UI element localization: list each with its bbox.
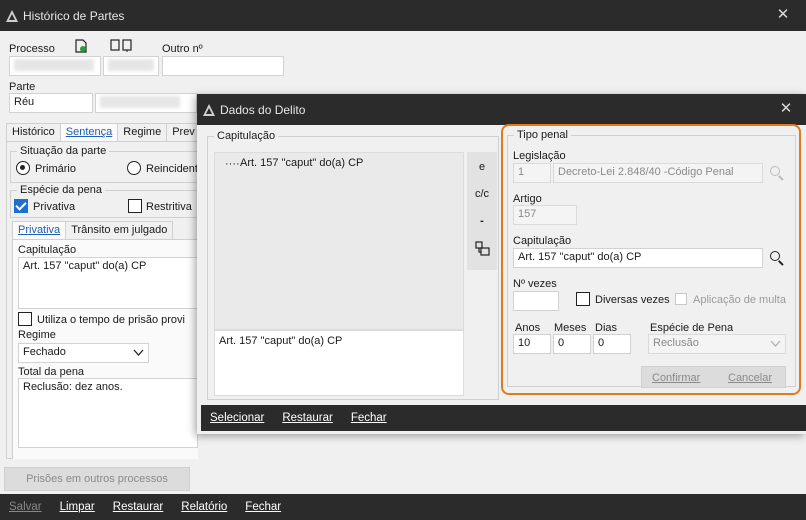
cc-button[interactable]: c/c <box>467 183 497 205</box>
tab-sentenca[interactable]: Sentença <box>59 123 119 141</box>
capitulacao-label: Capitulação <box>18 244 77 256</box>
aplicacao-multa-label: Aplicação de multa <box>693 294 786 306</box>
main-close-icon[interactable]: ✕ <box>768 5 798 25</box>
anos-label: Anos <box>515 322 541 334</box>
parte-tipo-select[interactable]: Réu <box>9 93 93 113</box>
document-add-icon[interactable] <box>75 39 87 53</box>
capitulacao-field-label: Capitulação <box>513 235 572 247</box>
especie-pena-select[interactable]: Reclusão <box>648 334 786 354</box>
tree-item[interactable]: Art. 157 "caput" do(a) CP <box>240 157 363 169</box>
utiliza-checkbox[interactable] <box>18 312 32 326</box>
capitulacao-toolbar: e c/c - <box>467 152 497 270</box>
chevron-down-icon <box>770 340 781 347</box>
pena-subtabs: Privativa Trânsito em julgado <box>12 221 174 239</box>
parte-label: Parte <box>9 81 36 93</box>
document-link-icon[interactable] <box>110 39 134 53</box>
total-pena-textarea[interactable]: Reclusão: dez anos. <box>18 378 198 448</box>
salvar-button[interactable]: Salvar <box>9 501 42 513</box>
processo-label: Processo <box>9 43 55 55</box>
modal-close-icon[interactable]: ✕ <box>771 99 801 119</box>
privativa-checkbox[interactable] <box>14 199 28 213</box>
capitulacao-tree[interactable]: ···· Art. 157 "caput" do(a) CP <box>214 152 464 330</box>
meses-input[interactable]: 0 <box>553 334 591 354</box>
regime-select[interactable]: Fechado <box>18 343 149 363</box>
restritiva-checkbox[interactable] <box>128 199 142 213</box>
restaurar-button[interactable]: Restaurar <box>113 501 164 513</box>
capitulacao-preview: Art. 157 "caput" do(a) CP <box>214 330 464 396</box>
artigo-input[interactable]: 157 <box>513 205 577 225</box>
subtab-privativa[interactable]: Privativa <box>12 221 67 239</box>
limpar-button[interactable]: Limpar <box>60 501 95 513</box>
modal-title: Dados do Delito <box>220 102 306 117</box>
dias-input[interactable]: 0 <box>593 334 631 354</box>
primario-radio[interactable] <box>16 161 30 175</box>
legislacao-label: Legislação <box>513 150 566 162</box>
fechar-button[interactable]: Fechar <box>245 501 281 513</box>
modal-titlebar: Dados do Delito ✕ <box>197 94 806 125</box>
main-bottom-toolbar: Salvar Limpar Restaurar Relatório Fechar <box>0 494 806 520</box>
modal-restaurar-button[interactable]: Restaurar <box>282 412 333 424</box>
copy-tree-icon[interactable] <box>475 241 490 256</box>
capitulacao-group-legend: Capitulação <box>214 130 279 142</box>
tipo-penal-legend: Tipo penal <box>514 129 571 141</box>
dias-label: Dias <box>595 322 618 334</box>
main-tabs: Histórico Sentença Regime Prev <box>6 123 201 141</box>
outro-numero-input[interactable] <box>162 56 284 76</box>
reincidente-radio[interactable] <box>127 161 141 175</box>
legislacao-search-icon[interactable] <box>770 166 780 176</box>
prisoes-outros-button[interactable]: Prisões em outros processos <box>4 467 190 491</box>
especie-pena-value: Reclusão <box>653 337 699 349</box>
tab-regime[interactable]: Regime <box>117 123 168 141</box>
confirm-cancel-group: Confirmar Cancelar <box>641 366 786 388</box>
preview-text: Art. 157 "caput" do(a) CP <box>219 335 343 347</box>
capitulacao-search-icon[interactable] <box>770 251 780 261</box>
confirmar-button[interactable]: Confirmar <box>652 367 700 389</box>
total-pena-label: Total da pena <box>18 366 85 378</box>
main-window-title: Histórico de Partes <box>23 8 125 23</box>
primario-label: Primário <box>35 163 76 175</box>
parte-nome-input[interactable] <box>95 93 197 113</box>
legislacao-input[interactable]: Decreto-Lei 2.848/40 -Código Penal <box>553 163 763 183</box>
tree-connector: ···· <box>225 158 240 170</box>
selecionar-button[interactable]: Selecionar <box>210 412 264 424</box>
diversas-vezes-checkbox[interactable] <box>576 292 590 306</box>
tab-historico[interactable]: Histórico <box>6 123 61 141</box>
e-button[interactable]: e <box>467 156 497 178</box>
meses-label: Meses <box>554 322 587 334</box>
capitulacao-textarea[interactable]: Art. 157 "caput" do(a) CP <box>18 257 198 309</box>
regime-value: Fechado <box>23 346 66 358</box>
cancelar-button[interactable]: Cancelar <box>728 367 772 389</box>
privativa-label: Privativa <box>33 201 76 213</box>
app-logo-icon <box>6 9 18 22</box>
nvezes-input[interactable] <box>513 291 559 311</box>
main-titlebar: Histórico de Partes ✕ <box>0 0 806 31</box>
restritiva-label: Restritiva <box>146 201 192 213</box>
processo-input-1[interactable] <box>9 56 101 76</box>
legislacao-code-input[interactable]: 1 <box>513 163 551 183</box>
utiliza-label: Utiliza o tempo de prisão provi <box>37 314 185 326</box>
anos-input[interactable]: 10 <box>513 334 551 354</box>
especie-legend: Espécie da pena <box>17 184 105 196</box>
tab-prev[interactable]: Prev <box>166 123 201 141</box>
capitulacao-input[interactable]: Art. 157 "caput" do(a) CP <box>513 248 763 268</box>
regime-label: Regime <box>18 329 56 341</box>
relatorio-button[interactable]: Relatório <box>181 501 227 513</box>
nvezes-label: Nº vezes <box>513 278 557 290</box>
diversas-vezes-label: Diversas vezes <box>595 294 670 306</box>
chevron-down-icon <box>133 349 144 356</box>
processo-input-2[interactable] <box>103 56 159 76</box>
especie-pena-label: Espécie de Pena <box>650 322 734 334</box>
remove-button[interactable]: - <box>467 210 497 232</box>
aplicacao-multa-checkbox[interactable] <box>675 293 687 306</box>
outro-numero-label: Outro nº <box>162 43 203 55</box>
situacao-legend: Situação da parte <box>17 145 110 157</box>
modal-bottom-toolbar: Selecionar Restaurar Fechar <box>201 405 806 431</box>
modal-fechar-button[interactable]: Fechar <box>351 412 387 424</box>
modal-logo-icon <box>203 103 215 116</box>
artigo-label: Artigo <box>513 193 542 205</box>
reincidente-label: Reincidente <box>146 163 198 175</box>
dados-delito-dialog: Dados do Delito ✕ Capitulação ···· Art. … <box>197 94 806 434</box>
subtab-transito[interactable]: Trânsito em julgado <box>65 221 174 239</box>
